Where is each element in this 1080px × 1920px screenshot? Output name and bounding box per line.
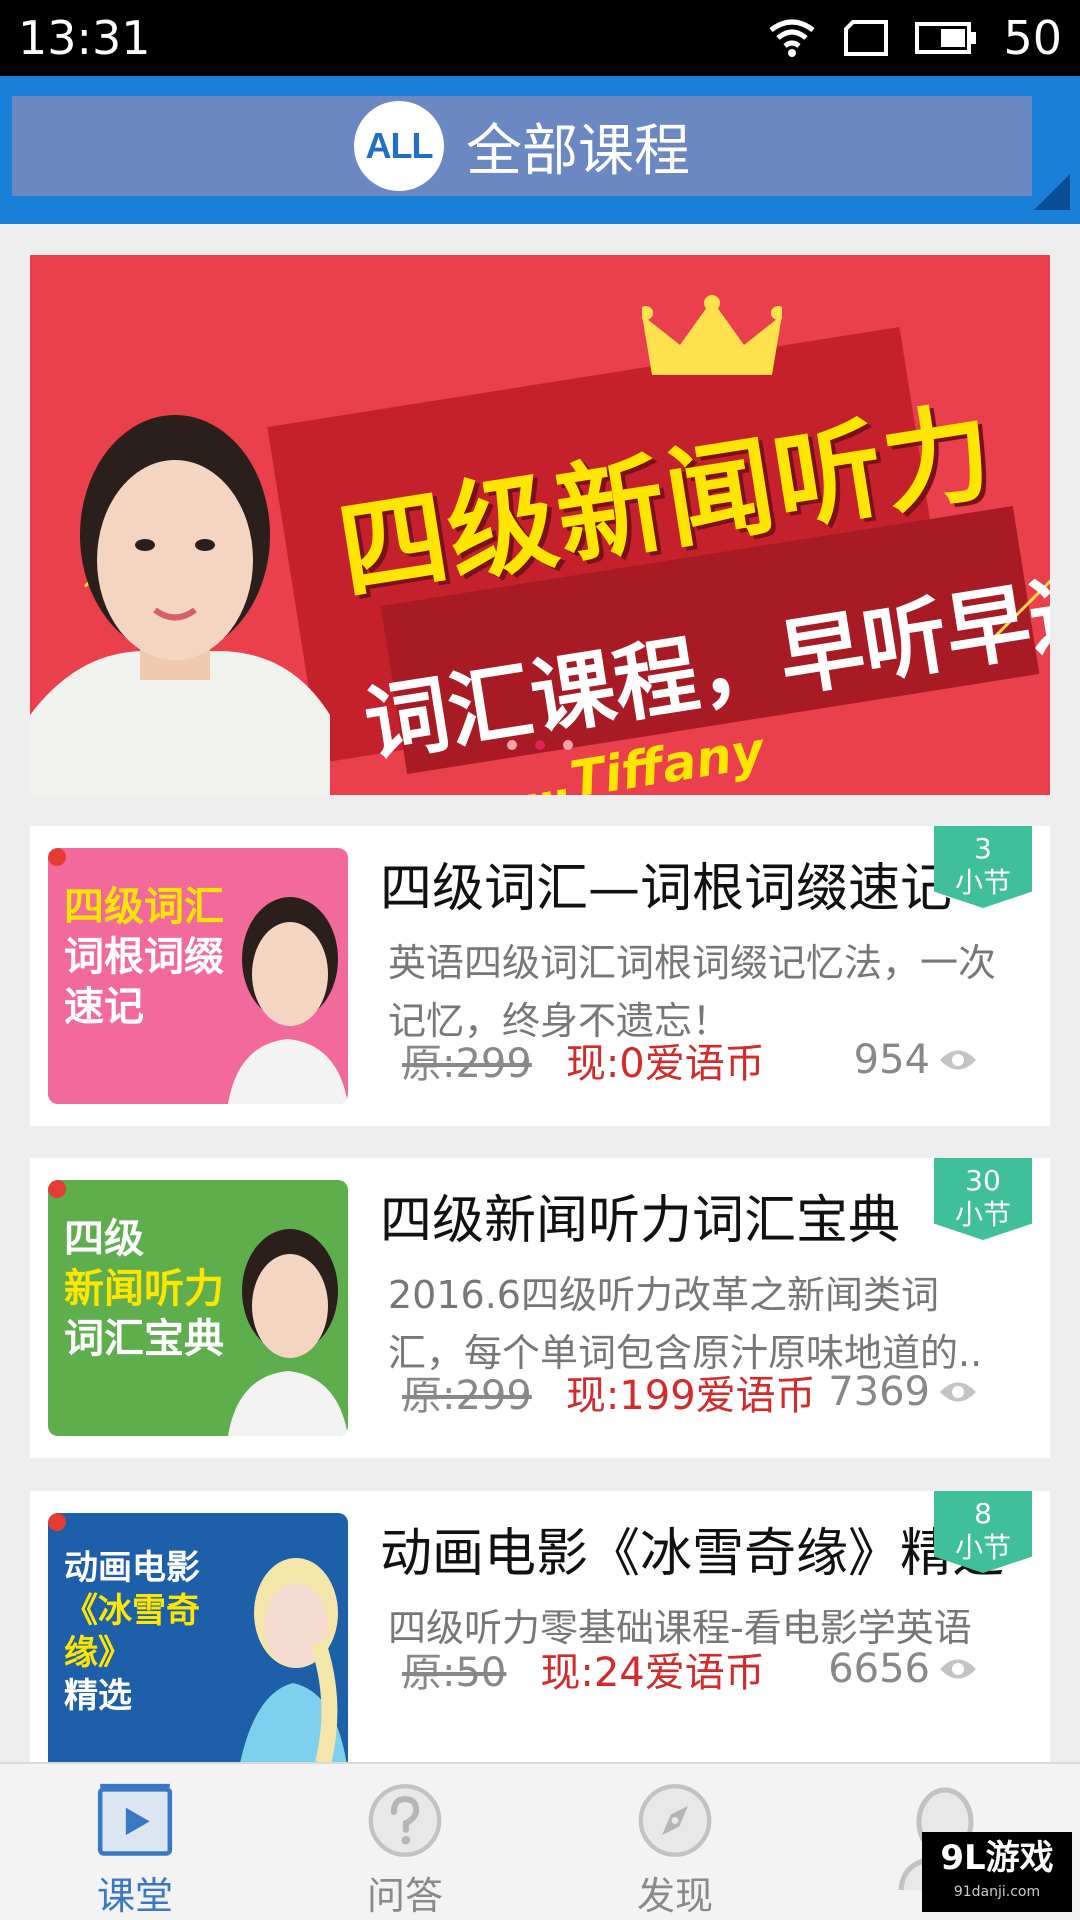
current-price: 现:199爱语币 — [565, 1373, 816, 1419]
banner-pager — [0, 740, 1080, 750]
view-count: 7369 — [828, 1369, 978, 1415]
pager-dot[interactable] — [507, 740, 517, 750]
course-card[interactable]: 四级 新闻听力 词汇宝典 四级新闻听力词汇宝典 2016.6四级听力改革之新闻类词汇… — [30, 1158, 1050, 1458]
pager-dot-active[interactable] — [535, 740, 545, 750]
eye-icon — [940, 1050, 976, 1070]
view-count: 954 — [854, 1037, 978, 1083]
battery-icon — [915, 22, 977, 54]
page-title: 全部课程 — [466, 118, 690, 184]
original-price: 原:299 — [402, 1041, 532, 1087]
nav-label: 课堂 — [96, 1874, 173, 1918]
eye-icon — [940, 1382, 976, 1402]
eye-icon — [940, 1659, 976, 1679]
battery-level: 50 — [1003, 11, 1062, 65]
lesson-unit: 小节 — [954, 866, 1011, 899]
dropdown-corner-icon[interactable] — [1034, 174, 1070, 210]
nav-item-classroom[interactable]: 课堂 — [0, 1764, 270, 1920]
pin-icon — [48, 1513, 66, 1531]
status-time: 13:31 — [18, 11, 151, 65]
lesson-count-badge: 3 小节 — [934, 826, 1032, 908]
bottom-nav: 课堂 问答 发现 9L游戏 91danji.com — [0, 1762, 1080, 1920]
lesson-count-badge: 8 小节 — [934, 1491, 1032, 1573]
teacher-avatar — [228, 1229, 348, 1436]
crown-icon — [642, 295, 782, 375]
lesson-unit: 小节 — [954, 1198, 1011, 1231]
course-card[interactable]: 四级词汇 词根词缀 速记 四级词汇—词根词缀速记 英语四级词汇词根词缀记忆法，一次记… — [30, 826, 1050, 1126]
thumbnail-text: 动画电影 《冰雪奇缘》 精选 — [64, 1548, 200, 1716]
promo-banner[interactable]: 四级新闻听力 词汇课程，早听早过 …Tiffany — [30, 255, 1050, 795]
lesson-count: 3 — [974, 832, 992, 865]
current-price: 现:24爱语币 — [540, 1650, 765, 1696]
lesson-count: 30 — [965, 1164, 1001, 1197]
question-icon — [368, 1784, 442, 1857]
lesson-count-badge: 30 小节 — [934, 1158, 1032, 1240]
course-title: 四级新闻听力词汇宝典 — [380, 1191, 901, 1251]
site-watermark: 9L游戏 91danji.com — [922, 1832, 1072, 1912]
nav-label: 发现 — [636, 1874, 713, 1918]
thumbnail-text: 四级词汇 词根词缀 速记 — [64, 884, 224, 1030]
all-icon: ALL — [354, 101, 444, 191]
status-bar: 13:31 50 — [0, 0, 1080, 76]
wifi-icon — [769, 19, 815, 57]
status-icons: 50 — [767, 11, 1062, 65]
teacher-avatar — [228, 897, 348, 1104]
lesson-count: 8 — [974, 1497, 992, 1530]
watermark-url: 91danji.com — [953, 1884, 1041, 1900]
course-title: 动画电影《冰雪奇缘》精选 — [380, 1524, 1005, 1584]
elsa-avatar — [240, 1558, 347, 1762]
course-thumbnail: 动画电影 《冰雪奇缘》 精选 — [48, 1513, 348, 1762]
original-price: 原:50 — [402, 1650, 507, 1696]
view-count-value: 7369 — [828, 1369, 930, 1415]
header-bar[interactable]: ALL 全部课程 — [12, 96, 1032, 196]
thumbnail-text: 四级 新闻听力 词汇宝典 — [64, 1216, 224, 1362]
nav-item-qa[interactable]: 问答 — [270, 1764, 540, 1920]
view-count-value: 6656 — [828, 1646, 930, 1692]
nav-item-discover[interactable]: 发现 — [540, 1764, 810, 1920]
watermark-logo: 9L游戏 — [940, 1838, 1054, 1878]
course-title: 四级词汇—词根词缀速记 — [380, 859, 953, 919]
price-row: 原:299 现:199爱语币 7369 — [402, 1364, 1022, 1420]
compass-icon — [638, 1784, 712, 1857]
pin-icon — [48, 1180, 66, 1198]
sim-icon — [844, 20, 889, 56]
lesson-unit: 小节 — [954, 1531, 1011, 1564]
app-header: ALL 全部课程 — [0, 76, 1080, 224]
current-price: 现:0爱语币 — [565, 1041, 765, 1087]
course-thumbnail: 四级词汇 词根词缀 速记 — [48, 848, 348, 1104]
play-icon — [97, 1783, 173, 1856]
price-row: 原:299 现:0爱语币 954 — [402, 1032, 1022, 1088]
original-price: 原:299 — [402, 1373, 532, 1419]
teacher-portrait — [30, 415, 330, 795]
pager-dot[interactable] — [563, 740, 573, 750]
view-count-value: 954 — [853, 1037, 930, 1083]
price-row: 原:50 现:24爱语币 6656 — [402, 1641, 1022, 1697]
course-card[interactable]: 动画电影 《冰雪奇缘》 精选 动画电影《冰雪奇缘》精选 四级听力零基础课程-看电影学… — [30, 1491, 1050, 1762]
view-count: 6656 — [828, 1646, 978, 1692]
pin-icon — [48, 848, 66, 866]
course-thumbnail: 四级 新闻听力 词汇宝典 — [48, 1180, 348, 1436]
nav-label: 问答 — [366, 1874, 443, 1918]
